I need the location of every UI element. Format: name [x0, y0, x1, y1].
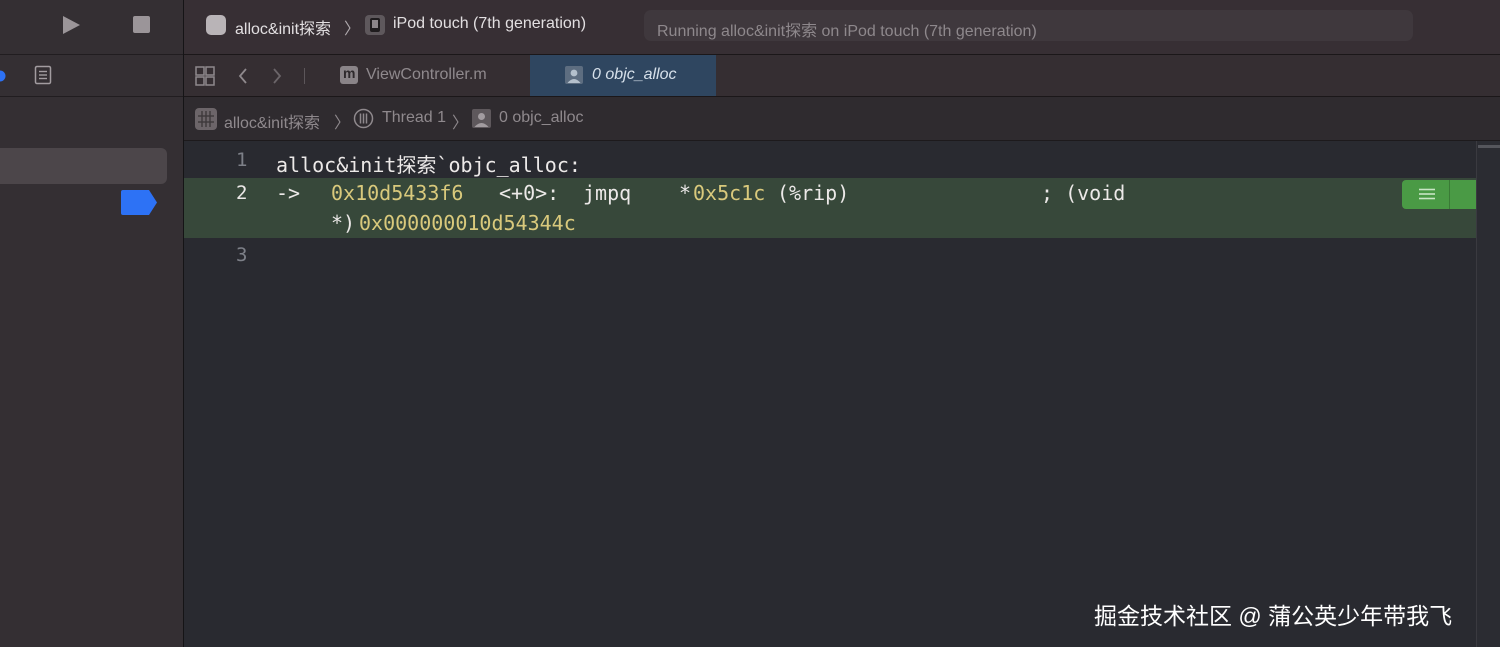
related-items-grid-icon[interactable]	[195, 66, 215, 86]
breadcrumb-separator: 〉	[452, 115, 469, 132]
line-number: 1	[236, 149, 248, 171]
tab-viewcontroller[interactable]: m ViewController.m	[326, 55, 530, 96]
line-number: 3	[236, 244, 248, 266]
stack-frame-person-icon	[565, 66, 583, 84]
operand-prefix: *	[679, 181, 692, 205]
line-number: 2	[236, 182, 248, 204]
operand-value: 0x5c1c	[693, 181, 766, 205]
tab-bar: m ViewController.m 0 objc_alloc	[184, 55, 1500, 96]
instruction-comment: ; (void	[1041, 181, 1126, 205]
comment-continuation-address: 0x000000010d54344c	[359, 211, 576, 235]
tab-label: ViewController.m	[366, 66, 487, 83]
operand-suffix: (%rip)	[777, 181, 850, 205]
thread-icon[interactable]	[353, 108, 374, 129]
forward-chevron-icon[interactable]	[271, 67, 283, 85]
nav-toolbar-divider	[0, 54, 183, 55]
instruction-address[interactable]: 0x10d5433f6	[331, 181, 463, 205]
code-line-1[interactable]: alloc&init探索`objc_alloc:	[276, 149, 581, 178]
breadcrumb-project[interactable]: alloc&init探索	[224, 109, 320, 133]
device-icon[interactable]	[364, 14, 386, 36]
project-icon[interactable]	[194, 107, 218, 131]
instruction-mnemonic: jmpq	[583, 181, 632, 205]
comment-continuation-prefix: *)	[331, 211, 356, 235]
stop-button[interactable]	[132, 15, 151, 34]
breakpoint-indicator-icon[interactable]	[120, 189, 158, 216]
nav-tab-divider	[0, 96, 183, 97]
vertical-scrollbar[interactable]	[1476, 141, 1500, 647]
objc-file-icon: m	[340, 65, 358, 84]
run-button[interactable]	[60, 14, 82, 36]
disassembly-editor[interactable]: 1 alloc&init探索`objc_alloc: 2 -> 0x10d543…	[184, 141, 1500, 647]
tab-objc-alloc[interactable]: 0 objc_alloc	[530, 55, 716, 96]
file-icon-letter: m	[343, 65, 356, 81]
back-chevron-icon[interactable]	[237, 67, 249, 85]
scrollbar-thumb[interactable]	[1478, 145, 1500, 148]
navigator-panel	[0, 0, 183, 647]
badge-divider	[1449, 180, 1450, 209]
breadcrumb-separator: 〉	[334, 115, 351, 132]
stack-frame-person-icon[interactable]	[471, 108, 492, 129]
breadcrumb-frame[interactable]: 0 objc_alloc	[499, 109, 584, 127]
device-name[interactable]: iPod touch (7th generation)	[393, 15, 586, 33]
scheme-app-icon[interactable]	[206, 15, 226, 35]
thread-indicator-badge[interactable]	[1402, 180, 1476, 209]
scheme-separator: 〉	[344, 21, 361, 38]
activity-status-field: Running alloc&init探索 on iPod touch (7th …	[644, 10, 1413, 41]
instruction-offset: <+0>:	[499, 181, 560, 205]
navigator-selected-row[interactable]	[0, 148, 167, 184]
breadcrumb-thread[interactable]: Thread 1	[382, 109, 446, 127]
tab-label: 0 objc_alloc	[592, 66, 677, 83]
activity-status-text: Running alloc&init探索 on iPod touch (7th …	[657, 23, 1037, 40]
toolbar: alloc&init探索 〉 iPod touch (7th generatio…	[184, 0, 1500, 54]
tab-divider	[304, 68, 305, 84]
breadcrumb: alloc&init探索 〉 Thread 1 〉 0 objc_alloc	[184, 97, 1500, 140]
report-navigator-icon[interactable]	[34, 65, 52, 85]
navigator-selector-dot-icon[interactable]	[0, 69, 10, 83]
hamburger-icon	[1419, 188, 1435, 200]
scheme-name[interactable]: alloc&init探索	[235, 15, 331, 39]
instruction-pointer-arrow: ->	[276, 181, 301, 205]
watermark-text: 掘金技术社区 @ 蒲公英少年带我飞	[1094, 603, 1453, 629]
